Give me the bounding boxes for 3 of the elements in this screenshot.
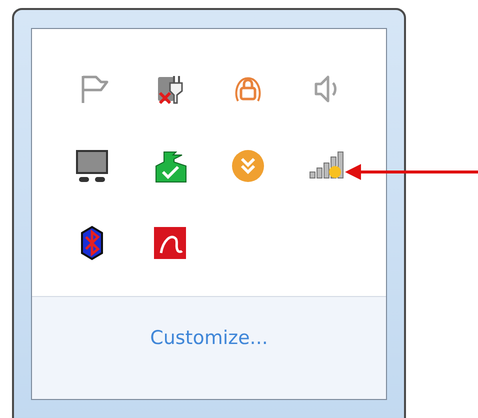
customize-link[interactable]: Customize...: [150, 327, 268, 349]
display-icon[interactable]: [74, 148, 110, 184]
swoosh-icon[interactable]: [152, 224, 188, 260]
